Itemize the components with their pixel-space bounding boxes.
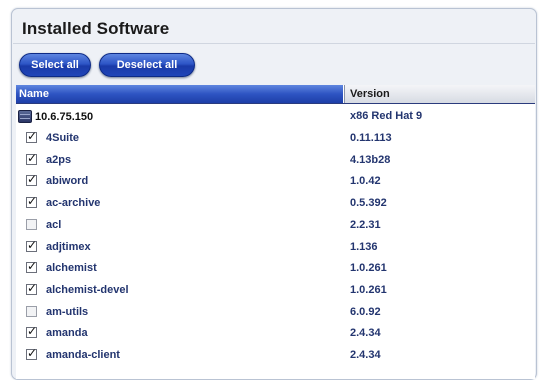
- package-checkbox[interactable]: [26, 218, 37, 230]
- table-row[interactable]: ac-archive 0.5.392: [16, 194, 535, 214]
- package-version: 1.0.261: [350, 283, 387, 296]
- package-checkbox[interactable]: [26, 346, 37, 360]
- panel-title: Installed Software: [22, 19, 170, 38]
- table-row[interactable]: amanda 2.4.34: [16, 324, 535, 344]
- table-row[interactable]: 4Suite 0.11.113: [16, 129, 535, 149]
- installed-software-panel: Installed Software Select all Deselect a…: [11, 8, 537, 380]
- host-os: x86 Red Hat 9: [350, 110, 423, 122]
- package-version: 0.5.392: [350, 197, 387, 210]
- package-version: 2.4.34: [350, 349, 381, 361]
- table-row[interactable]: am-utils 6.0.92: [16, 303, 535, 323]
- table-row[interactable]: a2ps 4.13b28: [16, 151, 535, 171]
- column-header-version[interactable]: Version: [344, 85, 535, 103]
- package-version: 2.4.34: [350, 327, 381, 340]
- package-name: a2ps: [46, 153, 72, 166]
- package-checkbox[interactable]: [26, 259, 37, 274]
- package-name: alchemist-devel: [46, 283, 129, 296]
- server-icon: [18, 110, 32, 123]
- package-version: 4.13b28: [350, 153, 391, 166]
- package-checkbox[interactable]: [26, 238, 37, 252]
- package-checkbox[interactable]: [26, 281, 37, 295]
- package-name: alchemist: [46, 262, 97, 275]
- package-name: am-utils: [46, 305, 89, 318]
- package-name: 4Suite: [46, 132, 80, 144]
- title-divider: [13, 43, 535, 44]
- table-row[interactable]: adjtimex 1.136: [16, 238, 535, 258]
- table-header: Name Version: [16, 85, 535, 104]
- package-checkbox[interactable]: [26, 172, 37, 187]
- package-version: 0.11.113: [350, 132, 392, 144]
- table-row[interactable]: alchemist-devel 1.0.261: [16, 281, 535, 301]
- package-checkbox[interactable]: [26, 324, 37, 339]
- package-version: 1.0.42: [350, 175, 381, 188]
- software-table: Name Version 10.6.75.150 x86 Red Hat 9 4…: [16, 85, 535, 379]
- package-checkbox[interactable]: [26, 194, 37, 209]
- package-version: 1.136: [350, 240, 378, 253]
- package-checkbox[interactable]: [26, 305, 37, 317]
- deselect-all-button[interactable]: Deselect all: [99, 53, 195, 77]
- package-version: 2.2.31: [350, 218, 381, 231]
- column-header-name[interactable]: Name: [16, 85, 343, 103]
- package-checkbox[interactable]: [26, 129, 37, 143]
- package-name: ac-archive: [46, 197, 101, 210]
- package-name: adjtimex: [46, 240, 91, 253]
- host-name: 10.6.75.150: [35, 111, 94, 123]
- package-checkbox[interactable]: [26, 151, 37, 165]
- select-all-button[interactable]: Select all: [19, 53, 91, 77]
- table-row[interactable]: abiword 1.0.42: [16, 172, 535, 192]
- package-name: amanda-client: [46, 349, 120, 361]
- host-row[interactable]: 10.6.75.150 x86 Red Hat 9: [16, 107, 535, 127]
- package-name: amanda: [46, 327, 88, 340]
- table-row[interactable]: alchemist 1.0.261: [16, 259, 535, 279]
- table-row[interactable]: amanda-client 2.4.34: [16, 346, 535, 366]
- package-version: 1.0.261: [350, 262, 387, 275]
- package-version: 6.0.92: [350, 305, 381, 318]
- table-row[interactable]: acl 2.2.31: [16, 216, 535, 236]
- package-name: acl: [46, 218, 62, 231]
- package-name: abiword: [46, 175, 89, 188]
